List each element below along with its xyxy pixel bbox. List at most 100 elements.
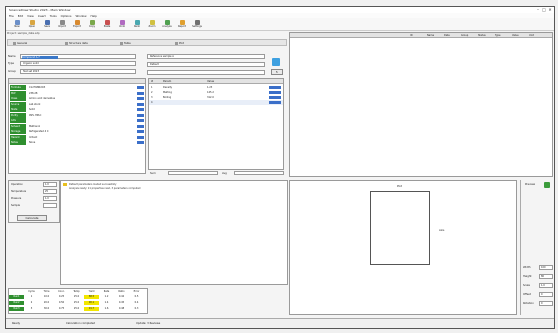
menu-view[interactable]: View xyxy=(27,14,34,18)
parameter-table[interactable]: # Param Value 1 Density 1.23 2 Melting 145.2 3… xyxy=(148,78,284,170)
table-row[interactable]: 4 xyxy=(149,100,283,105)
plot-canvas[interactable] xyxy=(370,191,430,265)
menu-edit[interactable]: Edit xyxy=(18,14,23,18)
property-key: Formula xyxy=(10,85,26,90)
property-value[interactable]: 238.28 xyxy=(29,91,129,96)
operation-field[interactable]: 1.0 xyxy=(43,196,57,201)
table-cell: 0.50 xyxy=(58,301,65,304)
plot-area[interactable]: Plot Axis xyxy=(289,180,517,315)
save-button[interactable]: Save xyxy=(40,20,54,30)
menu-file[interactable]: File xyxy=(9,14,14,18)
open-button[interactable]: Open xyxy=(25,20,39,30)
update-button[interactable]: ↻ xyxy=(271,69,283,75)
column-header[interactable]: Unit xyxy=(529,34,534,37)
operation-field[interactable]: 1.0 xyxy=(43,182,57,187)
preview-field[interactable]: 1.0 xyxy=(539,283,553,288)
property-value[interactable]: Irritant xyxy=(29,135,129,140)
name-field[interactable]: Compound A-7 xyxy=(20,54,136,59)
column-header[interactable]: Ratio xyxy=(114,290,129,294)
property-value[interactable]: C12H18N2O3 xyxy=(29,85,129,90)
menu-options[interactable]: Options xyxy=(61,14,72,18)
tab-table[interactable]: Table xyxy=(118,41,131,46)
column-header[interactable]: Type xyxy=(495,34,501,37)
preview-field[interactable]: 0 xyxy=(539,301,553,306)
menu-window[interactable]: Window xyxy=(75,14,86,18)
table-cell: 0.25 xyxy=(58,295,65,298)
property-value[interactable]: Lab stock xyxy=(29,102,129,107)
paste-button[interactable]: Paste xyxy=(100,20,114,30)
redo-button[interactable]: Redo xyxy=(130,20,144,30)
log-line-1: Default parameters loaded successfully xyxy=(69,183,117,186)
settings-button[interactable]: Settings xyxy=(190,20,204,30)
copy-button[interactable]: Copy xyxy=(85,20,99,30)
reference-field[interactable]: Reference sample A xyxy=(147,54,265,59)
column-header[interactable]: Cycle xyxy=(24,290,39,294)
table-cell: 1.23 xyxy=(207,86,213,89)
analyze-button[interactable]: Analyze xyxy=(160,20,174,30)
column-header[interactable]: Status xyxy=(478,34,486,37)
operation-label: Operation xyxy=(11,183,23,186)
operation-panel: Operation 1.0 Temperature 25 Pressure 1.0 Samp… xyxy=(8,180,60,223)
property-value[interactable]: Methanol xyxy=(29,124,129,129)
tab-plot[interactable]: Plot xyxy=(173,41,184,46)
avg-field[interactable] xyxy=(234,171,284,175)
column-header[interactable]: Name xyxy=(427,34,434,37)
column-header[interactable]: Group xyxy=(461,34,468,37)
column-header[interactable]: Conc. xyxy=(54,290,69,294)
extra-field[interactable] xyxy=(147,70,265,75)
toolbar-label: New xyxy=(14,25,20,28)
preview-icon[interactable] xyxy=(544,182,550,188)
new-button[interactable]: New xyxy=(10,20,24,30)
column-header[interactable]: Temp xyxy=(69,290,84,294)
operation-field[interactable]: 25 xyxy=(43,189,57,194)
column-header[interactable]: Rate xyxy=(99,290,114,294)
property-value[interactable]: Refrigerated 4 C xyxy=(29,129,129,134)
operation-label: Pressure xyxy=(11,197,22,200)
column-header[interactable]: Error xyxy=(129,290,144,294)
property-marker xyxy=(137,97,144,100)
column-header[interactable]: Yield xyxy=(84,290,99,294)
preview-field[interactable]: 0 xyxy=(539,292,553,297)
column-header[interactable]: Value xyxy=(512,34,519,37)
undo-button[interactable]: Undo xyxy=(115,20,129,30)
zoom-button[interactable]: Zoom xyxy=(145,20,159,30)
preview-field-label: Offset xyxy=(523,293,531,296)
mode-field[interactable]: Default xyxy=(147,62,265,67)
toolbar-label: Import xyxy=(58,25,66,28)
tab-general[interactable]: General xyxy=(11,41,27,46)
property-marker xyxy=(137,141,144,144)
calculate-button[interactable]: Calculate xyxy=(17,215,47,221)
toolbar-label: Open xyxy=(28,25,36,28)
table-cell: 10.0 xyxy=(43,295,50,298)
column-header[interactable]: ID xyxy=(410,34,413,37)
results-table[interactable]: Cycle Time Conc. Temp Yield Rate Ratio Error Run… xyxy=(8,288,148,314)
sum-field[interactable] xyxy=(168,171,218,175)
preview-panel: Preview Width 100 Height 80 Scale 1.0 Offset 0 R… xyxy=(520,180,554,315)
preview-field[interactable]: 80 xyxy=(539,274,553,279)
property-value[interactable]: None xyxy=(29,140,129,145)
property-value[interactable]: Amino acid derivative xyxy=(29,96,129,101)
import-button[interactable]: Import xyxy=(55,20,69,30)
table-cell: 0.4 xyxy=(134,301,139,304)
report-button[interactable]: Report xyxy=(175,20,189,30)
menu-tools[interactable]: Tools xyxy=(50,14,57,18)
property-key: Notes xyxy=(10,140,26,145)
column-header[interactable]: Time xyxy=(39,290,54,294)
type-field[interactable]: Organic solid xyxy=(20,61,136,66)
tab-structure[interactable]: Structure data xyxy=(63,41,88,46)
operation-field[interactable] xyxy=(43,203,57,208)
tab-icon xyxy=(120,41,123,45)
refresh-icon[interactable] xyxy=(272,58,280,66)
property-value[interactable]: 99% HPLC xyxy=(29,113,129,118)
export-button[interactable]: Export xyxy=(70,20,84,30)
property-value[interactable]: Solid xyxy=(29,107,129,112)
preview-field[interactable]: 100 xyxy=(539,265,553,270)
group-field[interactable]: Test set 2023 xyxy=(20,69,136,74)
records-table[interactable]: ID Name Date Group Status Type Value Unit xyxy=(289,32,553,177)
sum-label: Sum xyxy=(150,172,156,175)
property-list[interactable]: Formula C12H18N2O3 MW 238.28 Class Amino acid… xyxy=(8,78,146,174)
menu-help[interactable]: Help xyxy=(91,14,97,18)
property-value[interactable] xyxy=(29,118,129,123)
column-header[interactable]: Date xyxy=(444,34,450,37)
menu-insert[interactable]: Insert xyxy=(38,14,46,18)
